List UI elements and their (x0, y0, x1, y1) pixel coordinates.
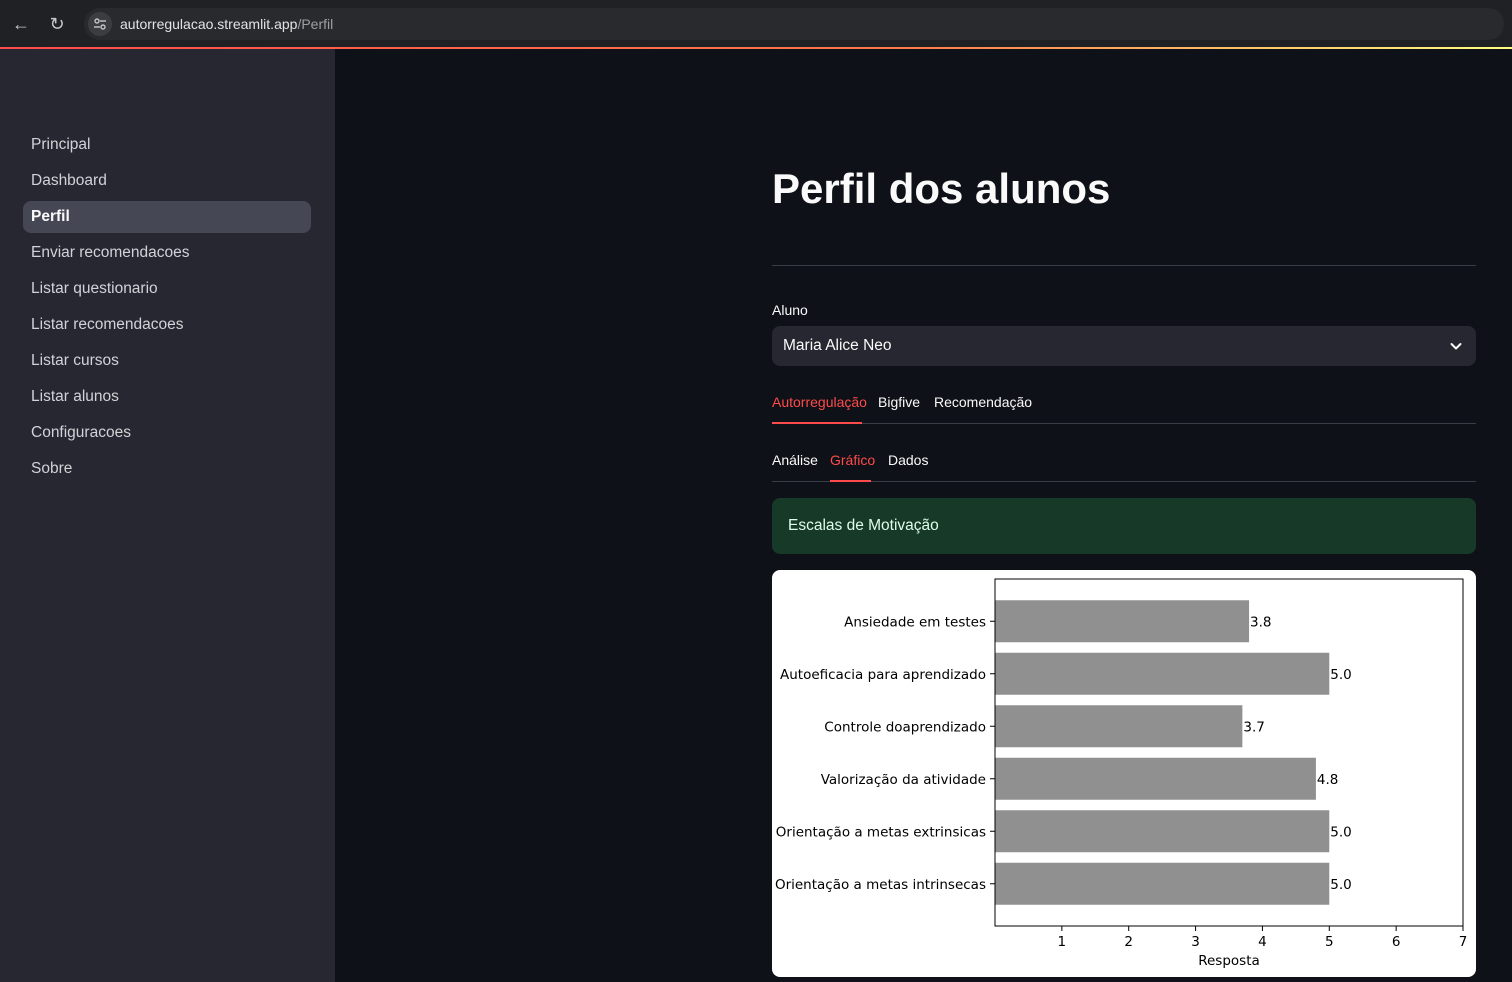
y-tick-label: Valorização da atividade (821, 772, 986, 788)
chevron-down-icon (1450, 343, 1462, 350)
sidebar-item-perfil[interactable]: Perfil (23, 201, 311, 233)
y-tick-label: Orientação a metas intrinsecas (775, 877, 986, 893)
main-tabs: Autorregulação Bigfive Recomendação (772, 382, 1476, 424)
tab-autorregulacao[interactable]: Autorregulação (772, 394, 867, 410)
success-alert: Escalas de Motivação (772, 498, 1476, 554)
browser-toolbar: ← ↻ autorregulacao.streamlit.app/Perfil (0, 0, 1512, 49)
active-tab-indicator (772, 422, 862, 424)
chart-container: Ansiedade em testes 3.8 Autoeficacia para … (772, 570, 1476, 977)
student-select-value: Maria Alice Neo (783, 337, 892, 354)
chart-bar (995, 652, 1330, 695)
alert-text: Escalas de Motivação (788, 517, 939, 534)
data-label: 3.7 (1243, 719, 1264, 735)
back-arrow-icon[interactable]: ← (9, 12, 33, 36)
page-title: Perfil dos alunos (772, 165, 1111, 212)
bar-chart: Ansiedade em testes 3.8 Autoeficacia para … (775, 578, 1468, 969)
chart-bar (995, 600, 1250, 643)
sidebar-item-principal[interactable]: Principal (23, 129, 311, 161)
sidebar-item-listar-cursos[interactable]: Listar cursos (23, 345, 311, 377)
student-select-label: Aluno (772, 302, 808, 318)
active-subtab-indicator (830, 480, 871, 482)
data-label: 5.0 (1330, 877, 1351, 893)
address-bar[interactable]: autorregulacao.streamlit.app/Perfil (84, 8, 1504, 40)
sidebar-item-sobre[interactable]: Sobre (23, 453, 311, 485)
url-text: autorregulacao.streamlit.app/Perfil (120, 16, 334, 32)
data-label: 5.0 (1330, 824, 1351, 840)
sidebar-item-configuracoes[interactable]: Configuracoes (23, 417, 311, 449)
sidebar-item-listar-questionario[interactable]: Listar questionario (23, 273, 311, 305)
x-tick-label: 6 (1392, 934, 1401, 950)
sidebar: Principal Dashboard Perfil Enviar recome… (0, 49, 335, 982)
data-label: 3.8 (1250, 614, 1271, 630)
y-tick-label: Controle doaprendizado (824, 719, 986, 735)
sidebar-item-dashboard[interactable]: Dashboard (23, 165, 311, 197)
x-axis-label: Resposta (1198, 953, 1260, 969)
site-settings-icon[interactable] (88, 12, 112, 36)
chart-bar (995, 862, 1330, 905)
tab-dados[interactable]: Dados (888, 452, 928, 468)
reload-icon[interactable]: ↻ (45, 12, 69, 36)
main-area: Perfil dos alunos Aluno Maria Alice Neo … (335, 49, 1512, 982)
sub-tabs: Análise Gráfico Dados (772, 440, 1476, 482)
y-tick-label: Orientação a metas extrinsicas (776, 824, 986, 840)
x-tick-label: 7 (1459, 934, 1468, 950)
tab-recomendacao[interactable]: Recomendação (934, 394, 1032, 410)
chart-bar (995, 705, 1243, 748)
x-tick-label: 4 (1258, 934, 1267, 950)
x-tick-label: 3 (1191, 934, 1200, 950)
sidebar-item-enviar-recomendacoes[interactable]: Enviar recomendacoes (23, 237, 311, 269)
y-tick-label: Autoeficacia para aprendizado (780, 667, 986, 683)
x-tick-label: 2 (1124, 934, 1133, 950)
sidebar-item-listar-recomendacoes[interactable]: Listar recomendacoes (23, 309, 311, 341)
data-label: 4.8 (1317, 772, 1338, 788)
tab-analise[interactable]: Análise (772, 452, 818, 468)
tab-bigfive[interactable]: Bigfive (878, 394, 920, 410)
student-select[interactable]: Maria Alice Neo (772, 326, 1476, 366)
tab-grafico[interactable]: Gráfico (830, 452, 875, 468)
divider (772, 265, 1476, 266)
sidebar-item-listar-alunos[interactable]: Listar alunos (23, 381, 311, 413)
chart-bar (995, 757, 1316, 800)
sidebar-nav: Principal Dashboard Perfil Enviar recome… (23, 129, 311, 489)
chart-bar (995, 810, 1330, 853)
x-tick-label: 5 (1325, 934, 1334, 950)
y-tick-label: Ansiedade em testes (844, 614, 986, 630)
data-label: 5.0 (1330, 667, 1351, 683)
x-tick-label: 1 (1058, 934, 1067, 950)
